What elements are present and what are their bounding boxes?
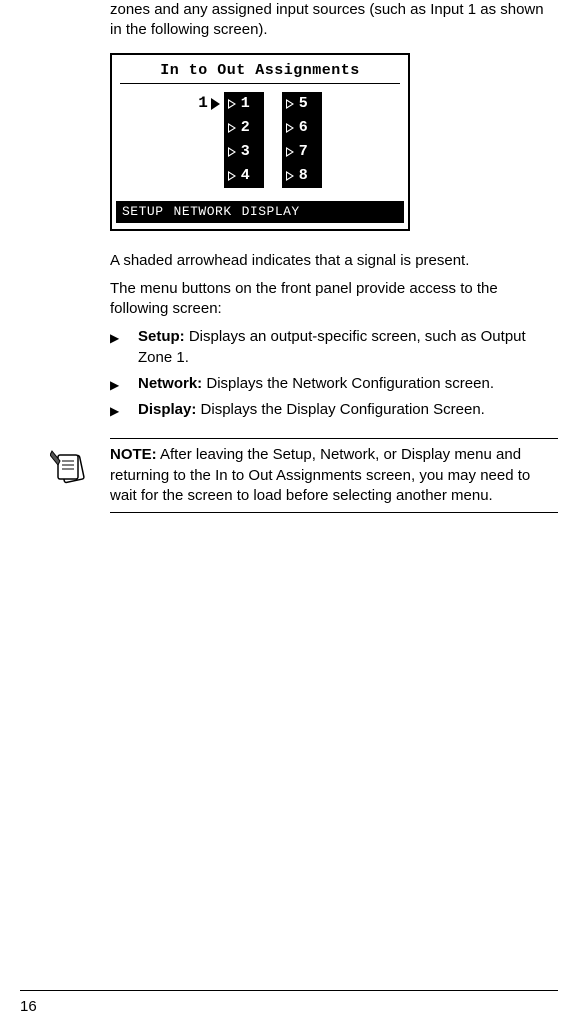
assign-col-left: 1 2 3 4: [224, 92, 264, 188]
cell-num: 8: [299, 166, 308, 186]
page-footer: 16: [20, 990, 558, 1017]
list-item: ▶ Display: Displays the Display Configur…: [110, 400, 558, 420]
bullet-desc: Displays the Network Configuration scree…: [202, 375, 494, 392]
intro-paragraph: zones and any assigned input sources (su…: [110, 0, 558, 41]
bullet-desc: Displays an output-specific screen, such…: [138, 328, 526, 365]
arrow-icon: [228, 147, 236, 157]
arrow-icon: [228, 99, 236, 109]
input-prefix: 1: [198, 93, 208, 115]
footer-network: NETWORK: [174, 203, 232, 221]
cell-num: 7: [299, 142, 308, 162]
arrow-icon: [286, 147, 294, 157]
bullet-label: Display:: [138, 401, 196, 418]
triangle-bullet-icon: ▶: [110, 374, 138, 393]
arrow-icon: [228, 123, 236, 133]
screen-footer-bar: SETUP NETWORK DISPLAY: [116, 201, 404, 223]
arrow-icon: [286, 171, 294, 181]
assign-col-right: 5 6 7 8: [282, 92, 322, 188]
cell-num: 4: [241, 166, 250, 186]
bullet-label: Network:: [138, 375, 202, 392]
cell-num: 1: [241, 94, 250, 114]
list-item: ▶ Setup: Displays an output-specific scr…: [110, 327, 558, 368]
bullet-label: Setup:: [138, 328, 185, 345]
triangle-bullet-icon: ▶: [110, 327, 138, 346]
cell-num: 5: [299, 94, 308, 114]
note-label: NOTE:: [110, 446, 157, 463]
screen-title: In to Out Assignments: [112, 55, 408, 83]
arrow-icon: [228, 171, 236, 181]
cell-num: 3: [241, 142, 250, 162]
cell-num: 2: [241, 118, 250, 138]
footer-display: DISPLAY: [242, 203, 300, 221]
note-text: After leaving the Setup, Network, or Dis…: [110, 446, 530, 504]
list-item: ▶ Network: Displays the Network Configur…: [110, 374, 558, 394]
note-icon: [50, 445, 100, 487]
shaded-paragraph: A shaded arrowhead indicates that a sign…: [110, 251, 558, 271]
play-solid-icon: [211, 98, 220, 110]
arrow-icon: [286, 99, 294, 109]
triangle-bullet-icon: ▶: [110, 400, 138, 419]
arrow-icon: [286, 123, 294, 133]
screen-diagram: In to Out Assignments 1 1 2 3 4 5: [110, 53, 410, 231]
page-number: 16: [20, 998, 37, 1015]
footer-setup: SETUP: [122, 203, 164, 221]
note-block: NOTE: After leaving the Setup, Network, …: [50, 438, 558, 513]
bullet-list: ▶ Setup: Displays an output-specific scr…: [110, 327, 558, 420]
note-rule-bottom: [110, 512, 558, 513]
bullet-desc: Displays the Display Configuration Scree…: [196, 401, 484, 418]
cell-num: 6: [299, 118, 308, 138]
menu-intro-paragraph: The menu buttons on the front panel prov…: [110, 279, 558, 320]
